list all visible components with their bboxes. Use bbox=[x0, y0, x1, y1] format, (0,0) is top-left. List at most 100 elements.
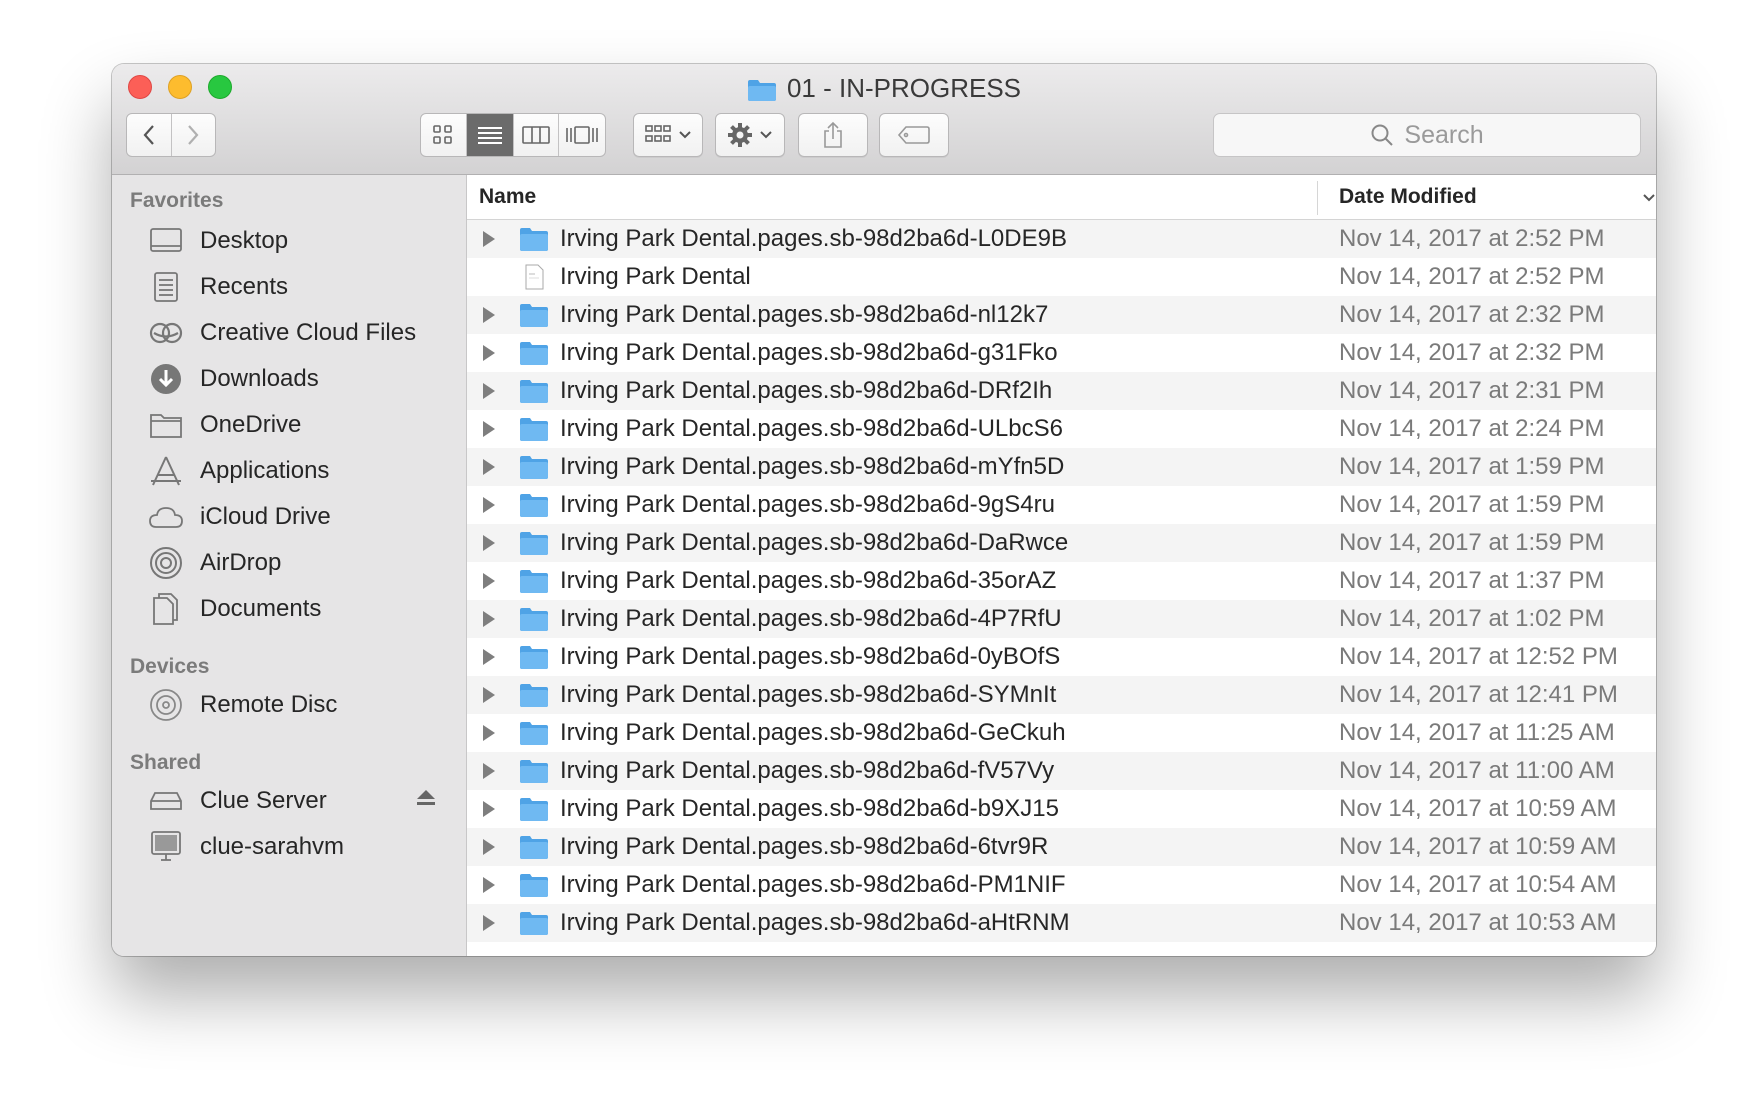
disclosure-triangle-icon[interactable] bbox=[483, 535, 495, 551]
table-row[interactable]: Irving Park Dental.pages.sb-98d2ba6d-b9X… bbox=[467, 790, 1656, 828]
sidebar-item-label: AirDrop bbox=[200, 549, 282, 576]
disclosure-triangle-icon[interactable] bbox=[483, 345, 495, 361]
column-header-date-modified[interactable]: Date Modified bbox=[1339, 175, 1477, 219]
column-view-button[interactable] bbox=[514, 114, 560, 156]
computer-icon bbox=[146, 827, 186, 867]
disclosure-triangle-icon[interactable] bbox=[483, 763, 495, 779]
folder-icon bbox=[519, 492, 549, 518]
table-row[interactable]: Irving Park Dental Nov 14, 2017 at 2:52 P… bbox=[467, 258, 1656, 296]
disclosure-triangle-icon[interactable] bbox=[483, 421, 495, 437]
sidebar-item-clue-sarahvm[interactable]: clue-sarahvm bbox=[112, 825, 466, 869]
date-modified: Nov 14, 2017 at 12:52 PM bbox=[1339, 643, 1618, 670]
table-row[interactable]: Irving Park Dental.pages.sb-98d2ba6d-0yB… bbox=[467, 638, 1656, 676]
table-row[interactable]: Irving Park Dental.pages.sb-98d2ba6d-nl1… bbox=[467, 296, 1656, 334]
table-row[interactable]: Irving Park Dental.pages.sb-98d2ba6d-L0D… bbox=[467, 220, 1656, 258]
file-name: Irving Park Dental.pages.sb-98d2ba6d-DRf… bbox=[560, 377, 1053, 404]
sidebar-item-label: clue-sarahvm bbox=[200, 833, 345, 860]
list-header: Name Date Modified bbox=[467, 175, 1656, 220]
back-button[interactable] bbox=[127, 114, 172, 156]
sidebar-item-remote-disc[interactable]: Remote Disc bbox=[112, 683, 466, 727]
disclosure-triangle-icon[interactable] bbox=[483, 307, 495, 323]
disclosure-triangle-icon[interactable] bbox=[483, 383, 495, 399]
column-header-name[interactable]: Name bbox=[479, 175, 536, 219]
folder-icon bbox=[519, 454, 549, 480]
icon-view-button[interactable] bbox=[421, 114, 467, 156]
date-modified: Nov 14, 2017 at 10:54 AM bbox=[1339, 871, 1617, 898]
date-modified: Nov 14, 2017 at 2:31 PM bbox=[1339, 377, 1605, 404]
disclosure-triangle-icon[interactable] bbox=[483, 459, 495, 475]
arrange-button[interactable] bbox=[633, 113, 703, 157]
disclosure-triangle-icon[interactable] bbox=[483, 877, 495, 893]
table-row[interactable]: Irving Park Dental.pages.sb-98d2ba6d-9gS… bbox=[467, 486, 1656, 524]
sidebar-item-creative-cloud-files[interactable]: Creative Cloud Files bbox=[112, 311, 466, 355]
documents-icon bbox=[146, 589, 186, 629]
disclosure-triangle-icon[interactable] bbox=[483, 497, 495, 513]
file-name: Irving Park Dental.pages.sb-98d2ba6d-6tv… bbox=[560, 833, 1049, 860]
table-row[interactable]: Irving Park Dental.pages.sb-98d2ba6d-SYM… bbox=[467, 676, 1656, 714]
column-divider[interactable] bbox=[1317, 181, 1318, 215]
table-row[interactable]: Irving Park Dental.pages.sb-98d2ba6d-mYf… bbox=[467, 448, 1656, 486]
date-modified: Nov 14, 2017 at 2:52 PM bbox=[1339, 225, 1605, 252]
disclosure-triangle-icon[interactable] bbox=[483, 573, 495, 589]
folder-icon bbox=[519, 530, 549, 556]
chevron-right-icon bbox=[188, 125, 199, 145]
eject-icon[interactable] bbox=[416, 789, 436, 812]
sidebar-item-applications[interactable]: Applications bbox=[112, 449, 466, 493]
table-row[interactable]: Irving Park Dental.pages.sb-98d2ba6d-4P7… bbox=[467, 600, 1656, 638]
disclosure-triangle-icon[interactable] bbox=[483, 801, 495, 817]
list-view-button[interactable] bbox=[466, 114, 514, 156]
disclosure-triangle-icon[interactable] bbox=[483, 231, 495, 247]
table-row[interactable]: Irving Park Dental.pages.sb-98d2ba6d-g31… bbox=[467, 334, 1656, 372]
sidebar-item-label: Remote Disc bbox=[200, 691, 338, 718]
sidebar-item-documents[interactable]: Documents bbox=[112, 587, 466, 631]
table-row[interactable]: Irving Park Dental.pages.sb-98d2ba6d-aHt… bbox=[467, 904, 1656, 942]
date-modified: Nov 14, 2017 at 2:24 PM bbox=[1339, 415, 1605, 442]
search-field[interactable]: Search bbox=[1213, 113, 1641, 157]
disclosure-triangle-icon[interactable] bbox=[483, 611, 495, 627]
disclosure-triangle-icon[interactable] bbox=[483, 649, 495, 665]
date-modified: Nov 14, 2017 at 10:59 AM bbox=[1339, 833, 1617, 860]
sidebar-item-label: Clue Server bbox=[200, 787, 327, 814]
file-name: Irving Park Dental.pages.sb-98d2ba6d-aHt… bbox=[560, 909, 1070, 936]
disclosure-triangle-icon[interactable] bbox=[483, 839, 495, 855]
date-modified: Nov 14, 2017 at 11:25 AM bbox=[1339, 719, 1615, 746]
disclosure-triangle-icon[interactable] bbox=[483, 915, 495, 931]
tags-button[interactable] bbox=[879, 113, 949, 157]
folder-icon bbox=[747, 75, 777, 111]
table-row[interactable]: Irving Park Dental.pages.sb-98d2ba6d-35o… bbox=[467, 562, 1656, 600]
desktop-icon bbox=[146, 221, 186, 261]
table-row[interactable]: Irving Park Dental.pages.sb-98d2ba6d-DaR… bbox=[467, 524, 1656, 562]
share-button[interactable] bbox=[798, 113, 868, 157]
cover-flow-icon bbox=[566, 126, 598, 144]
search-icon bbox=[1371, 124, 1394, 146]
columns-icon bbox=[522, 126, 550, 144]
sidebar-item-clue-server[interactable]: Clue Server bbox=[112, 779, 466, 823]
sidebar-item-label: iCloud Drive bbox=[200, 503, 331, 530]
forward-button[interactable] bbox=[172, 114, 216, 156]
date-modified: Nov 14, 2017 at 1:59 PM bbox=[1339, 529, 1605, 556]
table-row[interactable]: Irving Park Dental.pages.sb-98d2ba6d-fV5… bbox=[467, 752, 1656, 790]
table-row[interactable]: Irving Park Dental.pages.sb-98d2ba6d-ULb… bbox=[467, 410, 1656, 448]
file-name: Irving Park Dental.pages.sb-98d2ba6d-nl1… bbox=[560, 301, 1049, 328]
sidebar-item-label: Desktop bbox=[200, 227, 289, 254]
sidebar-item-onedrive[interactable]: OneDrive bbox=[112, 403, 466, 447]
sidebar-item-recents[interactable]: Recents bbox=[112, 265, 466, 309]
sidebar-item-label: Downloads bbox=[200, 365, 319, 392]
disclosure-triangle-icon[interactable] bbox=[483, 725, 495, 741]
chevron-down-icon bbox=[760, 131, 772, 139]
folder-icon bbox=[519, 720, 549, 746]
disclosure-triangle-icon[interactable] bbox=[483, 687, 495, 703]
sidebar-item-icloud-drive[interactable]: iCloud Drive bbox=[112, 495, 466, 539]
sidebar-item-desktop[interactable]: Desktop bbox=[112, 219, 466, 263]
sidebar-item-downloads[interactable]: Downloads bbox=[112, 357, 466, 401]
action-button[interactable] bbox=[715, 113, 785, 157]
sidebar-item-airdrop[interactable]: AirDrop bbox=[112, 541, 466, 585]
cover-flow-view-button[interactable] bbox=[559, 114, 605, 156]
sidebar-item-label: OneDrive bbox=[200, 411, 302, 438]
table-row[interactable]: Irving Park Dental.pages.sb-98d2ba6d-DRf… bbox=[467, 372, 1656, 410]
table-row[interactable]: Irving Park Dental.pages.sb-98d2ba6d-6tv… bbox=[467, 828, 1656, 866]
table-row[interactable]: Irving Park Dental.pages.sb-98d2ba6d-GeC… bbox=[467, 714, 1656, 752]
date-modified: Nov 14, 2017 at 1:59 PM bbox=[1339, 491, 1605, 518]
table-row[interactable]: Irving Park Dental.pages.sb-98d2ba6d-PM1… bbox=[467, 866, 1656, 904]
folder-icon bbox=[519, 568, 549, 594]
